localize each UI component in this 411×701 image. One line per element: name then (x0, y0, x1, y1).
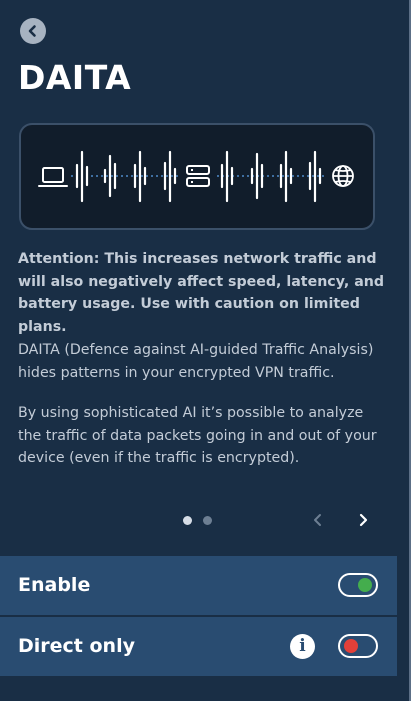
direct-only-setting-row[interactable]: Direct only i (0, 617, 397, 676)
previous-page-button[interactable] (308, 510, 328, 530)
toggle-knob-off (344, 639, 358, 653)
chevron-right-icon (359, 513, 368, 527)
toggle-knob-on (358, 578, 372, 592)
page-indicator-dot-active[interactable] (183, 516, 192, 525)
direct-only-toggle[interactable] (338, 634, 378, 658)
warning-text: Attention: This increases network traffi… (18, 251, 385, 335)
back-button[interactable] (20, 18, 46, 44)
enable-setting-row[interactable]: Enable (0, 556, 397, 615)
info-icon[interactable]: i (290, 634, 315, 659)
description-paragraph-1: DAITA (Defence against AI-guided Traffic… (18, 342, 374, 381)
enable-label: Enable (18, 574, 91, 596)
chevron-left-icon (28, 25, 36, 37)
next-page-button[interactable] (353, 510, 373, 530)
globe-icon (332, 165, 354, 187)
chevron-left-icon (314, 514, 321, 526)
server-icon (186, 165, 210, 187)
enable-toggle[interactable] (338, 573, 378, 597)
page-title: DAITA (18, 58, 132, 97)
daita-illustration (19, 123, 375, 230)
direct-only-label: Direct only (18, 635, 135, 657)
laptop-icon (38, 167, 68, 187)
traffic-waveform-right (220, 150, 322, 203)
daita-settings-view: DAITA Attention: This increases network … (0, 0, 411, 701)
page-indicator-dot[interactable] (203, 516, 212, 525)
description-paragraph-2: By using sophisticated AI it’s possible … (18, 405, 377, 466)
